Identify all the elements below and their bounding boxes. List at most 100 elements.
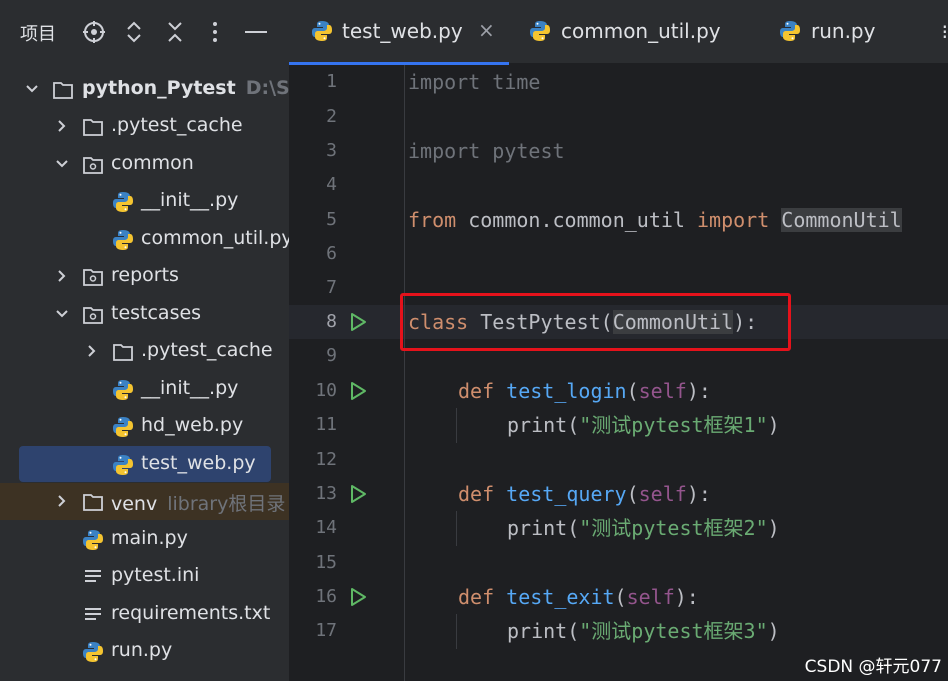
tab-common-util[interactable]: common_util.py	[529, 0, 759, 64]
tree-item-label: __init__.py	[141, 377, 239, 399]
code-line-5: from common.common_util import CommonUti…	[408, 208, 902, 232]
line-number: 17	[315, 620, 337, 641]
indent-guide	[456, 614, 457, 649]
tree-item-python-pytest[interactable]: python_PytestD:\Sof	[0, 71, 289, 108]
tree-item-library-hint: library根目录	[167, 493, 286, 515]
python-file-icon	[83, 530, 103, 550]
code-line-14: print("测试pytest框架2")	[507, 516, 780, 540]
tree-item-label: python_PytestD:\Sof	[82, 77, 289, 99]
tree-item-common-util[interactable]: common_util.py	[0, 221, 289, 258]
chevron-right-icon[interactable]	[54, 118, 70, 134]
line-number-active: 8	[326, 311, 337, 332]
run-test-icon[interactable]	[347, 483, 369, 505]
tab-label: common_util.py	[561, 19, 721, 43]
tree-item-venv[interactable]: venv library根目录	[0, 483, 289, 520]
run-test-icon[interactable]	[347, 380, 369, 402]
tree-item-label: common	[111, 152, 194, 174]
tree-item-label: hd_web.py	[141, 414, 244, 436]
chevron-right-icon[interactable]	[54, 268, 70, 284]
python-file-icon	[312, 21, 332, 41]
python-file-icon	[113, 455, 133, 475]
chevron-right-icon[interactable]	[54, 493, 70, 509]
text-file-icon	[85, 608, 101, 620]
code-line-11: print("测试pytest框架1")	[507, 413, 780, 437]
tab-run[interactable]: run.py	[779, 0, 909, 64]
tab-list-menu-icon[interactable]: ⁝	[942, 20, 948, 44]
line-number: 6	[326, 243, 337, 264]
tree-item-label: __init__.py	[141, 189, 239, 211]
tree-item-testcases-pytest-cache[interactable]: .pytest_cache	[0, 333, 289, 370]
tree-item-common[interactable]: common	[0, 146, 289, 183]
code-line-17: print("测试pytest框架3")	[507, 619, 780, 643]
python-file-icon	[113, 192, 133, 212]
indent-guide	[456, 511, 457, 546]
watermark: CSDN @轩元077	[804, 657, 942, 677]
tab-label: test_web.py	[342, 19, 463, 43]
indent-guide	[456, 408, 457, 443]
chevron-right-icon[interactable]	[84, 343, 100, 359]
run-class-icon[interactable]	[347, 311, 369, 333]
line-number: 4	[326, 174, 337, 195]
tree-item-label: common_util.py	[141, 227, 289, 249]
project-panel-title[interactable]: 项目	[20, 20, 56, 46]
tree-item-run[interactable]: run.py	[0, 633, 289, 670]
code-line-3: import pytest	[408, 139, 565, 163]
tree-item-label: .pytest_cache	[141, 339, 273, 361]
line-number: 13	[315, 483, 337, 504]
text-file-icon	[85, 570, 101, 582]
tree-item-path-hint: D:\Sof	[245, 77, 289, 99]
options-menu-icon[interactable]	[202, 18, 228, 46]
code-line-1: import time	[408, 70, 541, 94]
code-line-10: def test_login(self):	[458, 379, 711, 403]
tree-item-label: venv library根目录	[111, 493, 286, 515]
tree-item-pytest-cache[interactable]: .pytest_cache	[0, 108, 289, 145]
line-number: 10	[315, 380, 337, 401]
tree-item-reports[interactable]: reports	[0, 258, 289, 295]
line-number: 11	[315, 414, 337, 435]
tab-test-web[interactable]: test_web.py ×	[289, 0, 509, 65]
python-file-icon	[113, 417, 133, 437]
tree-item-pytest-ini[interactable]: pytest.ini	[0, 558, 289, 595]
chevron-down-icon[interactable]	[54, 156, 70, 172]
tree-item-label: reports	[111, 264, 179, 286]
chevron-down-icon[interactable]	[24, 81, 40, 97]
code-line-16: def test_exit(self):	[458, 585, 699, 609]
tree-item-testcases-init[interactable]: __init__.py	[0, 371, 289, 408]
tree-item-test-web-selected[interactable]: test_web.py	[0, 446, 289, 483]
tree-item-hd-web[interactable]: hd_web.py	[0, 408, 289, 445]
line-number: 9	[326, 345, 337, 366]
chevron-down-icon[interactable]	[54, 306, 70, 322]
tree-item-common-init[interactable]: __init__.py	[0, 183, 289, 220]
line-number: 15	[315, 552, 337, 573]
expand-all-icon[interactable]	[121, 18, 147, 46]
code-editor[interactable]: 1 2 3 4 5 6 7 8 9 10 11 12 13 14 15 16 1…	[289, 65, 948, 681]
collapse-all-icon[interactable]	[162, 18, 188, 46]
editor-tab-bar: test_web.py × common_util.py run.py ⁝	[289, 0, 948, 65]
line-number: 2	[326, 106, 337, 127]
folder-icon	[53, 82, 73, 99]
project-panel: 项目 python_PytestD:\Sof .pytest_cache com…	[0, 0, 289, 681]
tree-item-requirements[interactable]: requirements.txt	[0, 596, 289, 633]
python-file-icon	[83, 642, 103, 662]
folder-icon	[113, 344, 133, 361]
line-number: 1	[326, 71, 337, 92]
package-folder-icon	[83, 157, 103, 174]
close-tab-icon[interactable]: ×	[478, 18, 495, 42]
python-file-icon	[113, 380, 133, 400]
tree-item-testcases[interactable]: testcases	[0, 296, 289, 333]
python-file-icon	[780, 21, 800, 41]
run-test-icon[interactable]	[347, 586, 369, 608]
tree-item-main[interactable]: main.py	[0, 521, 289, 558]
tree-item-label: testcases	[111, 302, 202, 324]
tree-item-label: main.py	[111, 527, 188, 549]
folder-icon	[83, 494, 103, 511]
folder-icon	[83, 119, 103, 136]
hide-panel-icon[interactable]	[243, 18, 269, 46]
locate-target-icon[interactable]	[81, 18, 107, 46]
package-folder-icon	[83, 269, 103, 286]
tree-item-label: requirements.txt	[111, 602, 271, 624]
project-toolbar: 项目	[0, 0, 289, 64]
line-number: 14	[315, 517, 337, 538]
package-folder-icon	[83, 307, 103, 324]
line-number: 5	[326, 209, 337, 230]
